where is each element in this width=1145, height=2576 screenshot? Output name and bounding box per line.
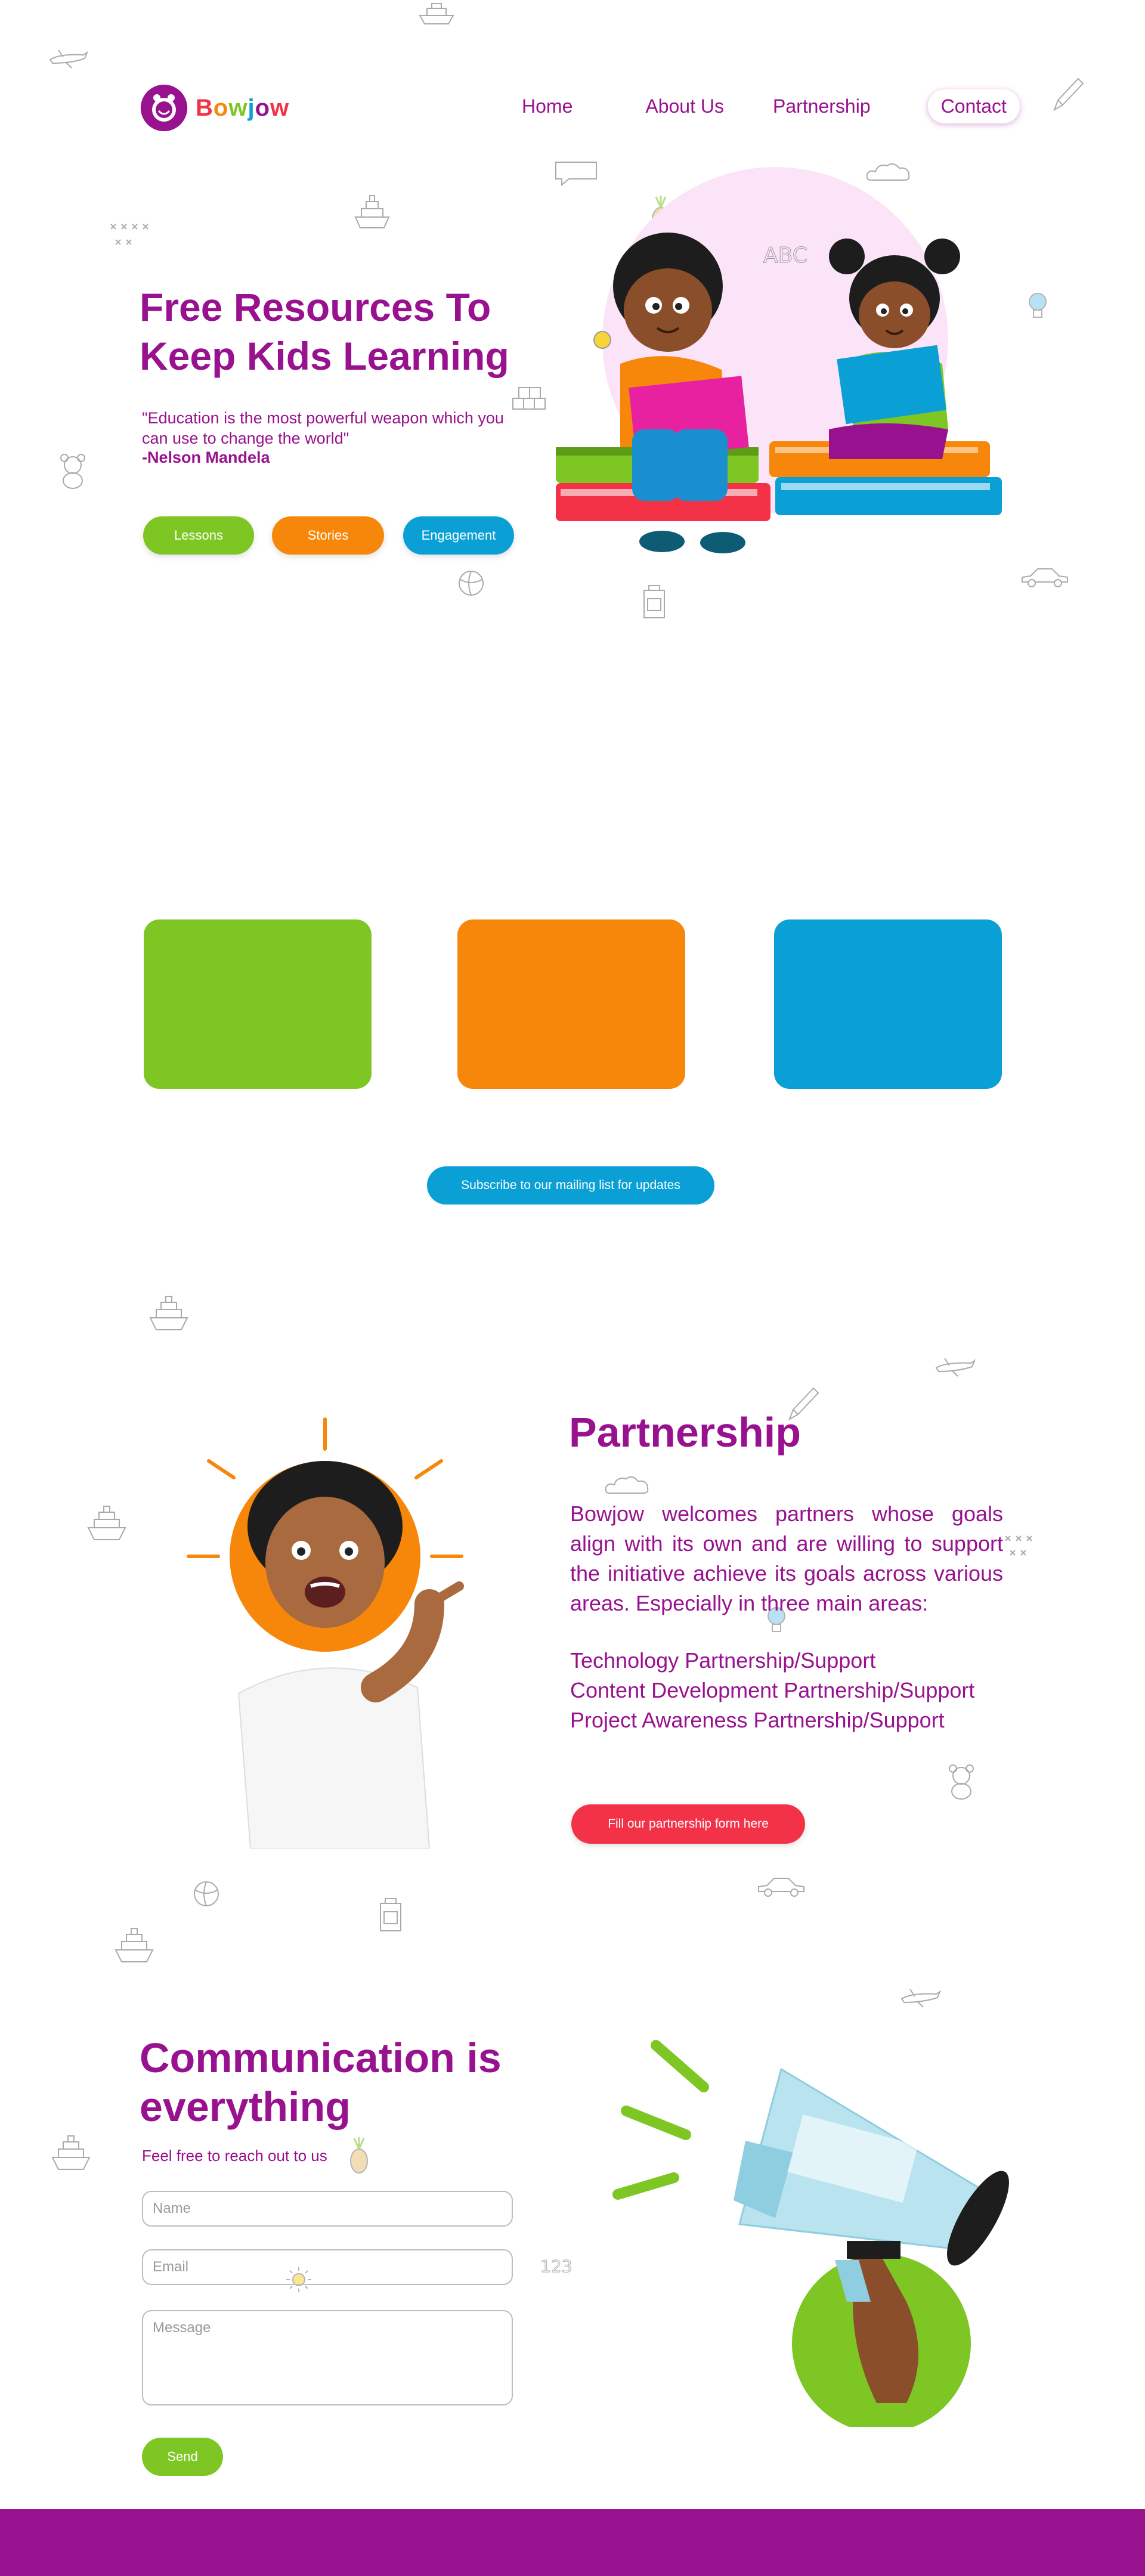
- teddy-icon: [55, 451, 91, 490]
- nav-home[interactable]: Home: [522, 95, 572, 117]
- nav-about-us[interactable]: About Us: [645, 95, 724, 117]
- name-field[interactable]: [142, 2191, 513, 2227]
- logo-mark-icon: [141, 85, 187, 131]
- message-field[interactable]: [142, 2310, 513, 2405]
- send-button[interactable]: Send: [142, 2438, 223, 2476]
- partnership-title: Partnership: [569, 1409, 801, 1456]
- logo[interactable]: Bowjow: [141, 85, 289, 131]
- plane-icon: [48, 47, 89, 70]
- feature-card-orange[interactable]: [457, 919, 685, 1089]
- svg-text:ABC: ABC: [763, 243, 807, 268]
- megaphone-illustration: [596, 2021, 1026, 2433]
- teddy-icon: [943, 1761, 979, 1801]
- brand-letter: j: [247, 94, 255, 121]
- list-item: Technology Partnership/Support: [570, 1648, 876, 1673]
- ball-icon: [192, 1880, 221, 1908]
- brand-letter: o: [255, 94, 271, 121]
- footer: [0, 2509, 1145, 2576]
- subscribe-button[interactable]: Subscribe to our mailing list for update…: [427, 1166, 714, 1205]
- car-icon: [1020, 565, 1070, 589]
- hero-quote: "Education is the most powerful weapon w…: [142, 409, 504, 447]
- email-field[interactable]: [142, 2249, 513, 2285]
- pencil-icon: [1050, 74, 1085, 113]
- brand-letter: o: [213, 94, 229, 121]
- ship-icon: [50, 2131, 92, 2174]
- kids-reading-illustration: ABC: [549, 167, 1014, 584]
- partnership-areas-list: Technology Partnership/Support Content D…: [570, 1646, 1011, 1735]
- crosses-icon: [109, 222, 150, 252]
- ship-icon: [417, 0, 456, 26]
- partnership-form-button[interactable]: Fill our partnership form here: [571, 1804, 805, 1844]
- svg-text:123: 123: [540, 2256, 572, 2276]
- excited-child-pointing-image: [179, 1407, 477, 1849]
- car-icon: [756, 1875, 806, 1899]
- plane-icon: [934, 1355, 977, 1379]
- list-item: Project Awareness Partnership/Support: [570, 1708, 945, 1732]
- brand-name: Bowjow: [196, 95, 289, 122]
- main-nav: Home About Us Partnership Contact: [519, 89, 1020, 123]
- bag-icon: [639, 581, 669, 623]
- engagement-button[interactable]: Engagement: [403, 516, 514, 555]
- brand-letter: w: [228, 94, 248, 121]
- nav-contact[interactable]: Contact: [928, 89, 1020, 123]
- bulb-icon: [1026, 289, 1050, 324]
- ship-icon: [113, 1924, 155, 1967]
- ship-icon: [353, 191, 391, 233]
- nav-partnership[interactable]: Partnership: [773, 95, 871, 117]
- bag-icon: [376, 1894, 406, 1936]
- feature-card-green[interactable]: [144, 919, 372, 1089]
- communication-title: Communication is everything: [140, 2035, 502, 2130]
- ball-icon: [457, 569, 485, 597]
- stories-button[interactable]: Stories: [272, 516, 384, 555]
- brand-letter: B: [196, 94, 213, 121]
- pineapple-icon: [347, 2135, 371, 2176]
- numbers-icon: 123: [539, 2254, 575, 2278]
- lessons-button[interactable]: Lessons: [143, 516, 254, 555]
- hero-quote-author: -Nelson Mandela: [142, 448, 270, 466]
- cloud-icon: [604, 1473, 651, 1497]
- ship-icon: [86, 1501, 128, 1544]
- brand-letter: w: [270, 94, 290, 121]
- crosses-icon: [1003, 1534, 1039, 1561]
- communication-subtitle: Feel free to reach out to us: [142, 2147, 327, 2165]
- plane-icon: [899, 1986, 942, 2010]
- ship-icon: [148, 1292, 190, 1335]
- partnership-intro: Bowjow welcomes partners whose goals ali…: [570, 1501, 1003, 1615]
- feature-card-blue[interactable]: [774, 919, 1002, 1089]
- list-item: Content Development Partnership/Support: [570, 1678, 975, 1702]
- hero-title: Free Resources To Keep Kids Learning: [140, 285, 509, 378]
